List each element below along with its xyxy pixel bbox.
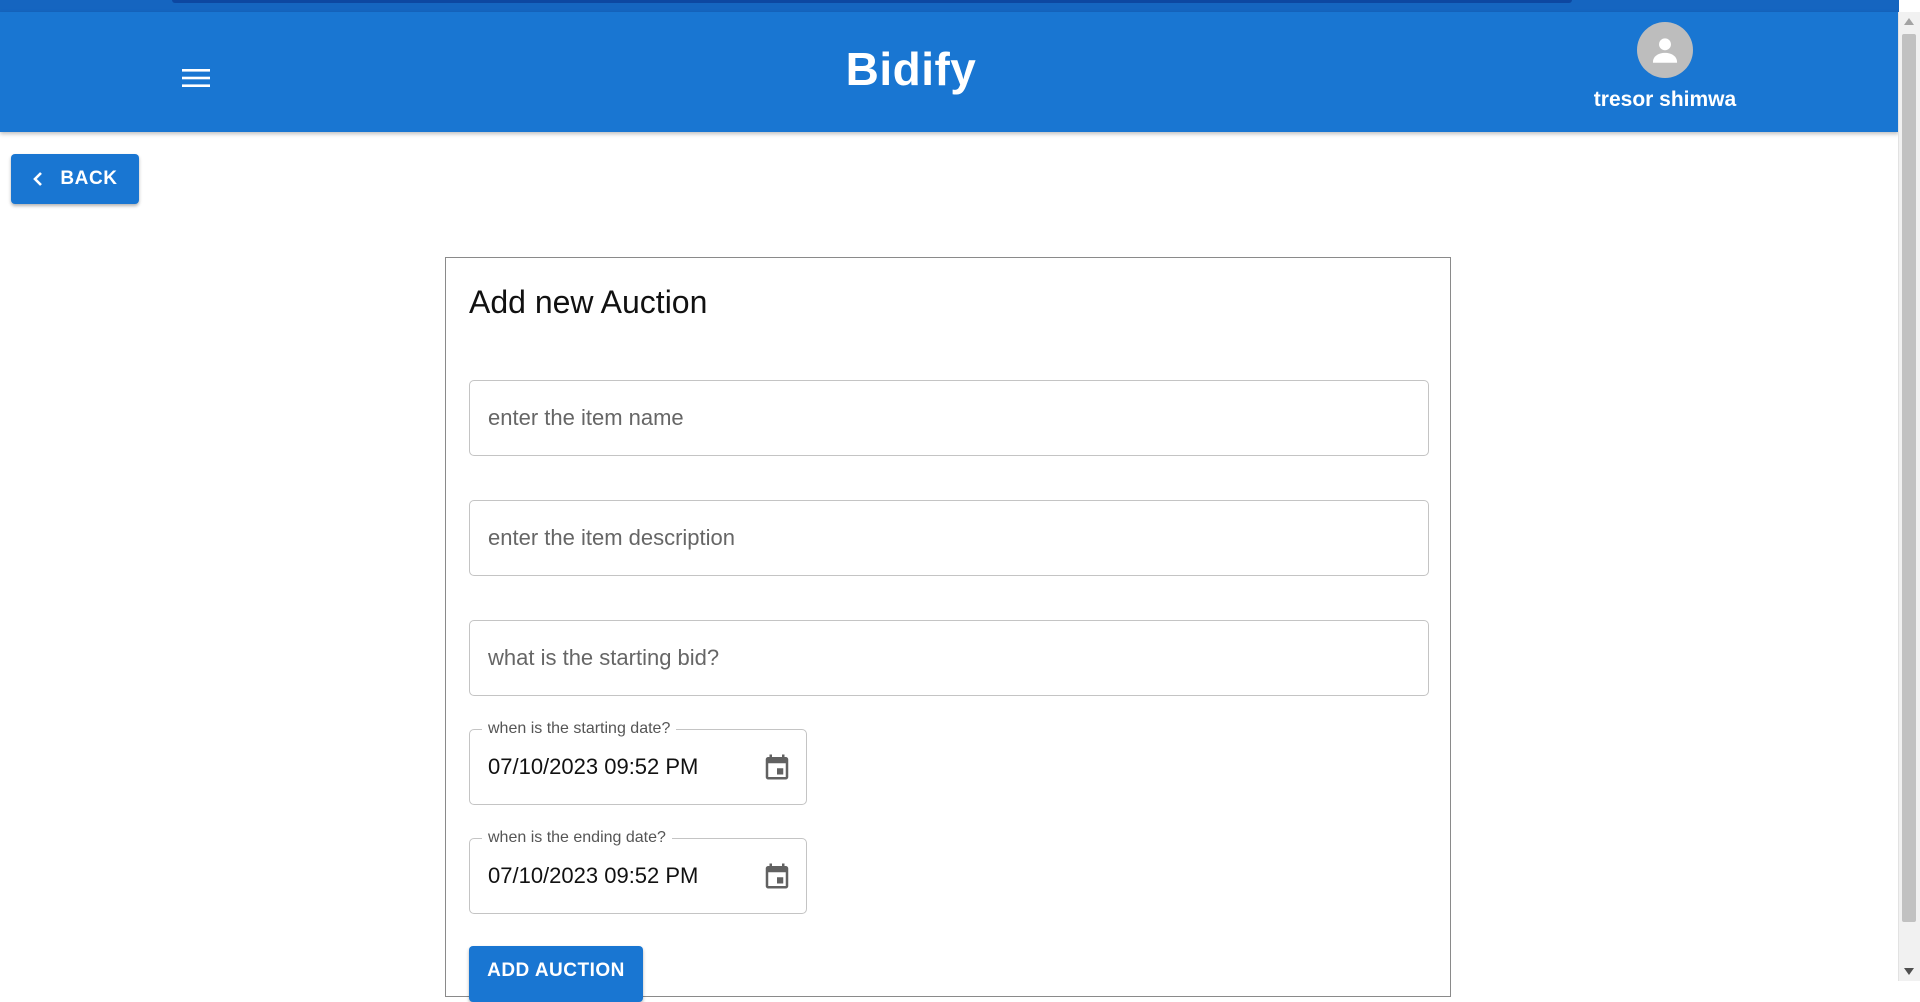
scroll-down-arrow-icon[interactable]: [1904, 968, 1914, 975]
app-bar: Bidify tresor shimwa: [0, 12, 1899, 132]
avatar[interactable]: [1637, 22, 1693, 78]
scrollbar-thumb[interactable]: [1902, 34, 1916, 922]
item-name-field[interactable]: [469, 380, 1429, 456]
starting-bid-input[interactable]: [470, 621, 1428, 695]
starting-bid-field[interactable]: [469, 620, 1429, 696]
user-menu[interactable]: tresor shimwa: [1580, 22, 1750, 112]
end-date-label: when is the ending date?: [482, 829, 672, 847]
end-date-value[interactable]: 07/10/2023 09:52 PM: [488, 863, 698, 889]
start-date-value[interactable]: 07/10/2023 09:52 PM: [488, 754, 698, 780]
user-name: tresor shimwa: [1593, 88, 1737, 111]
start-date-label: when is the starting date?: [482, 720, 677, 738]
item-description-input[interactable]: [470, 501, 1428, 575]
add-auction-card: Add new Auction when is the starting dat…: [445, 257, 1451, 1002]
scroll-up-arrow-icon[interactable]: [1904, 18, 1914, 25]
top-strip-highlight: [172, 0, 1572, 3]
calendar-icon[interactable]: [762, 752, 792, 782]
chevron-left-icon: [32, 171, 44, 187]
calendar-icon[interactable]: [762, 861, 792, 891]
start-date-field[interactable]: when is the starting date? 07/10/2023 09…: [469, 720, 807, 805]
item-name-input[interactable]: [470, 381, 1428, 455]
page-scrollbar[interactable]: [1898, 12, 1920, 981]
add-auction-button[interactable]: ADD AUCTION: [469, 946, 643, 1002]
page-title: Add new Auction: [469, 284, 708, 320]
end-date-field[interactable]: when is the ending date? 07/10/2023 09:5…: [469, 829, 807, 914]
browser-top-strip: [0, 0, 1899, 12]
item-description-field[interactable]: [469, 500, 1429, 576]
back-button-label: BACK: [60, 168, 118, 189]
back-button[interactable]: BACK: [11, 154, 139, 204]
app-title: Bidify: [845, 43, 977, 95]
account-circle-icon: [1652, 38, 1678, 63]
